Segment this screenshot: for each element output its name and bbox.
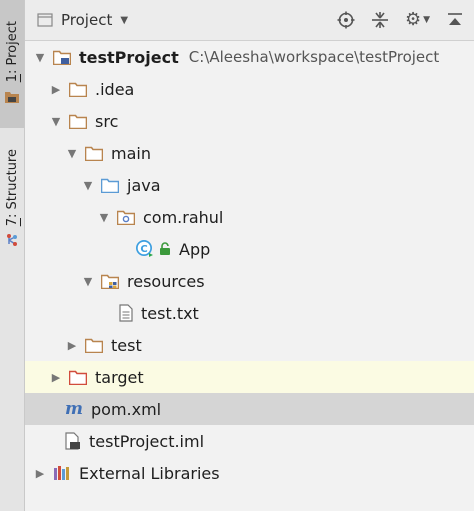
hide-panel-icon — [448, 13, 462, 25]
collapse-all-icon — [371, 12, 388, 28]
tool-window-strip: 1: Project 7: Structure — [0, 0, 25, 511]
tab-structure-number: 7 — [4, 217, 20, 227]
tree-label: java — [127, 175, 161, 195]
resources-folder-icon — [101, 274, 119, 289]
package-icon — [117, 210, 135, 225]
scroll-from-source-button[interactable] — [337, 11, 355, 29]
tree-label: testProject.iml — [89, 431, 205, 451]
settings-button[interactable]: ⚙ ▼ — [405, 11, 430, 29]
tab-project[interactable]: 1: Project — [0, 0, 24, 128]
maven-icon: m — [65, 398, 83, 419]
target-icon — [337, 11, 355, 29]
collapsed-arrow-icon: ▶ — [51, 82, 61, 96]
tree-label: test.txt — [141, 303, 199, 323]
view-selector-label: Project — [61, 11, 113, 29]
run-lock-icon — [159, 242, 171, 256]
tree-label: .idea — [95, 79, 135, 99]
chevron-down-icon: ▼ — [423, 15, 430, 25]
tree-row-target[interactable]: ▶ target — [25, 361, 474, 393]
text-file-icon — [119, 304, 133, 322]
tree-row-test-txt[interactable]: test.txt — [25, 297, 474, 329]
tree-label: main — [111, 143, 151, 163]
collapsed-arrow-icon: ▶ — [51, 370, 61, 384]
expand-arrow-icon: ▼ — [83, 274, 93, 288]
tree-label: com.rahul — [143, 207, 224, 227]
collapsed-arrow-icon: ▶ — [35, 466, 45, 480]
expand-arrow-icon: ▼ — [83, 178, 93, 192]
tree-row-external-libraries[interactable]: ▶ External Libraries — [25, 457, 474, 489]
tree-row-iml[interactable]: testProject.iml — [25, 425, 474, 457]
chevron-down-icon: ▼ — [120, 14, 129, 26]
view-selector[interactable]: Project ▼ — [37, 11, 128, 29]
tree-row-idea[interactable]: ▶ .idea — [25, 73, 474, 105]
gear-icon: ⚙ — [404, 9, 422, 30]
structure-icon — [5, 232, 19, 251]
folder-icon — [69, 114, 87, 129]
tree-label: test — [111, 335, 142, 355]
project-folder-icon — [5, 88, 19, 107]
tree-row-java[interactable]: ▼ java — [25, 169, 474, 201]
folder-icon — [85, 146, 103, 161]
collapsed-arrow-icon: ▶ — [67, 338, 77, 352]
collapse-all-button[interactable] — [371, 11, 389, 29]
tree-label: target — [95, 367, 144, 387]
tree-row-test[interactable]: ▶ test — [25, 329, 474, 361]
project-tool-window: 1: Project 7: Structure Project ▼ ⚙ ▼ ▼ … — [0, 0, 474, 511]
expand-arrow-icon: ▼ — [51, 114, 61, 128]
tree-row-app[interactable]: C App — [25, 233, 474, 265]
tree-row-package[interactable]: ▼ com.rahul — [25, 201, 474, 233]
library-icon — [53, 465, 71, 481]
source-folder-icon — [101, 178, 119, 193]
tree-label: External Libraries — [79, 463, 220, 483]
tree-label: resources — [127, 271, 205, 291]
tree-row-src[interactable]: ▼ src — [25, 105, 474, 137]
tree-row-pom[interactable]: m pom.xml — [25, 393, 474, 425]
tab-structure-text: 7: Structure — [5, 149, 20, 226]
expand-arrow-icon: ▼ — [99, 210, 109, 224]
tab-structure-label: : Structure — [4, 148, 20, 218]
project-tree: ▼ testProject C:\Aleesha\workspace\testP… — [25, 41, 474, 511]
module-folder-icon — [53, 50, 71, 65]
tree-label: testProject — [79, 47, 179, 67]
hide-panel-button[interactable] — [446, 13, 464, 27]
tree-row-testproject[interactable]: ▼ testProject C:\Aleesha\workspace\testP… — [25, 41, 474, 73]
tree-label: App — [179, 239, 211, 259]
folder-icon — [85, 338, 103, 353]
tab-project-number: 1 — [4, 73, 20, 83]
tab-project-label: : Project — [4, 20, 20, 74]
tab-structure[interactable]: 7: Structure — [0, 140, 24, 260]
project-path: C:\Aleesha\workspace\testProject — [188, 48, 440, 66]
tree-label: src — [95, 111, 119, 131]
tree-row-resources[interactable]: ▼ resources — [25, 265, 474, 297]
expand-arrow-icon: ▼ — [35, 50, 45, 64]
excluded-folder-icon — [69, 370, 87, 385]
svg-text:C: C — [140, 244, 147, 255]
java-class-icon: C — [135, 239, 155, 259]
project-view-icon — [37, 12, 53, 28]
tree-row-main[interactable]: ▼ main — [25, 137, 474, 169]
module-file-icon — [65, 432, 81, 450]
tab-project-text: 1: Project — [5, 21, 20, 82]
expand-arrow-icon: ▼ — [67, 146, 77, 160]
folder-icon — [69, 82, 87, 97]
project-toolbar: Project ▼ ⚙ ▼ — [25, 0, 474, 41]
tree-label: pom.xml — [91, 399, 162, 419]
